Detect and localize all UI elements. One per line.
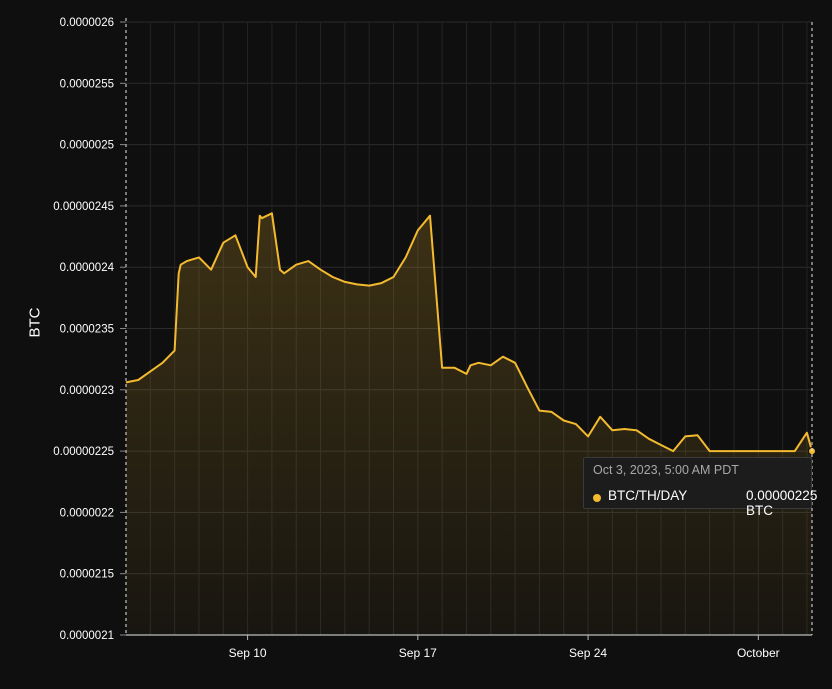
- series-area: [125, 212, 816, 636]
- y-tick-label: 0.00000245: [53, 201, 114, 213]
- tooltip-value: 0.00000225 BTC: [746, 488, 818, 518]
- x-tick-label: Sep 10: [229, 646, 267, 660]
- tooltip-time: Oct 3, 2023, 5:00 AM PDT: [593, 463, 739, 477]
- x-tick-label: Sep 24: [569, 646, 607, 660]
- y-tick-label: 0.0000215: [60, 569, 114, 581]
- tooltip-series-dot-icon: [593, 494, 601, 502]
- y-axis-ticks: 0.0000026 0.0000255 0.0000025 0.00000245 0.0…: [53, 17, 126, 642]
- y-axis-label: BTC: [26, 307, 44, 338]
- y-tick-label: 0.00000225: [53, 446, 114, 458]
- chart-area[interactable]: 0.0000026 0.0000255 0.0000025 0.00000245 0.0…: [0, 0, 832, 684]
- y-tick-label: 0.0000026: [60, 17, 114, 29]
- y-tick-label: 0.0000235: [60, 324, 114, 336]
- series-area-fill: [126, 213, 812, 636]
- y-tick-label: 0.0000024: [60, 262, 115, 274]
- chart-svg[interactable]: 0.0000026 0.0000255 0.0000025 0.00000245 0.0…: [0, 0, 832, 684]
- y-tick-label: 0.0000025: [60, 140, 114, 152]
- tooltip-series-name: BTC/TH/DAY: [608, 488, 688, 503]
- hover-tooltip: Oct 3, 2023, 5:00 AM PDT BTC/TH/DAY 0.00…: [583, 457, 817, 518]
- y-tick-label: 0.0000021: [60, 630, 114, 642]
- y-tick-label: 0.0000255: [60, 78, 114, 90]
- y-tick-label: 0.0000023: [60, 385, 114, 397]
- x-tick-label: Sep 17: [399, 646, 437, 660]
- y-tick-label: 0.0000022: [60, 507, 114, 519]
- x-axis-ticks: Sep 10 Sep 17 Sep 24 October: [229, 635, 780, 660]
- x-tick-label: October: [737, 646, 780, 660]
